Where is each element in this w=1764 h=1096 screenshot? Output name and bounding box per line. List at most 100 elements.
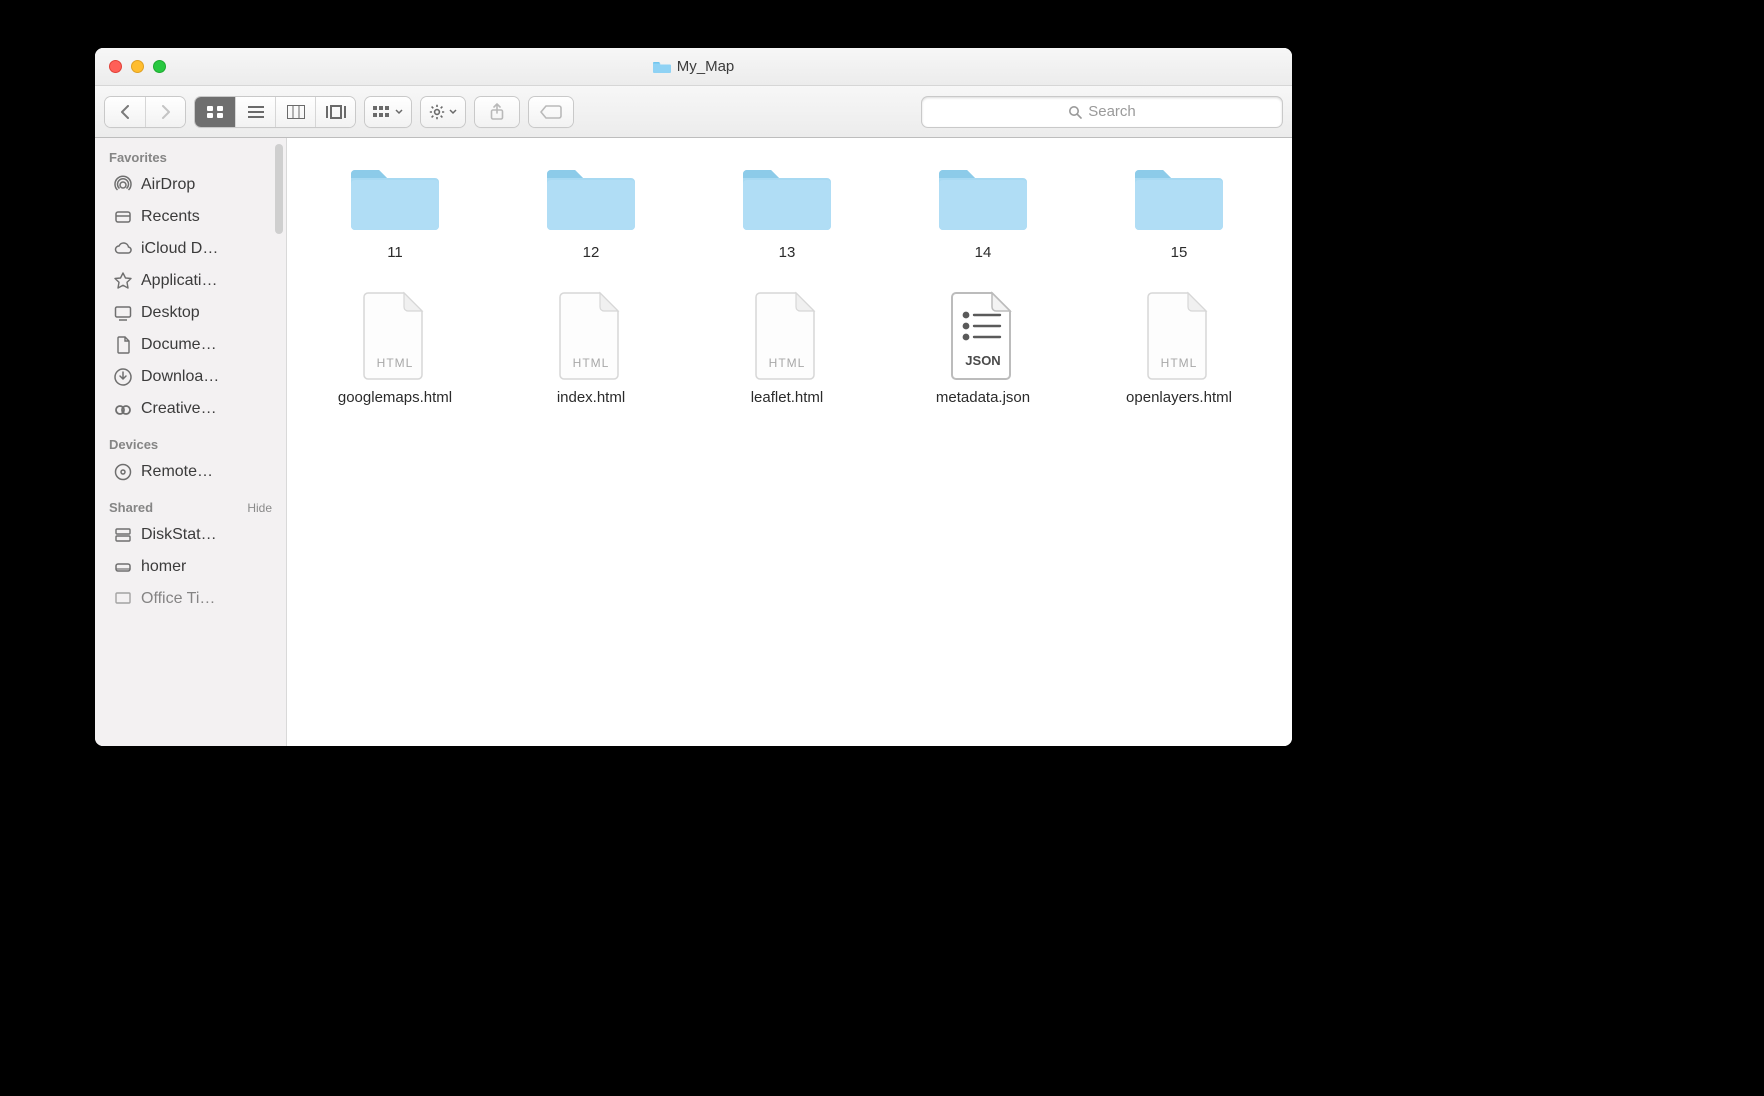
html-file-icon: HTML <box>752 291 822 381</box>
item-label: 11 <box>387 244 403 261</box>
item-label: 13 <box>779 244 796 261</box>
icon-grid: 11 12 13 14 15 HTML googlemaps.html HTML… <box>297 156 1277 406</box>
item-label: leaflet.html <box>751 389 824 406</box>
svg-text:HTML: HTML <box>769 356 806 370</box>
html-file-icon: HTML <box>556 291 626 381</box>
search-icon <box>1068 105 1082 119</box>
downloads-icon <box>113 367 133 387</box>
sidebar-item-label: iCloud D… <box>141 240 218 258</box>
svg-text:HTML: HTML <box>377 356 414 370</box>
creative-cloud-icon <box>113 399 133 419</box>
file-item[interactable]: HTML openlayers.html <box>1111 291 1247 406</box>
sidebar-item-label: Remote… <box>141 463 213 481</box>
tag-icon <box>540 104 562 120</box>
file-item[interactable]: JSON metadata.json <box>915 291 1051 406</box>
sidebar-item-label: AirDrop <box>141 176 195 194</box>
item-label: 15 <box>1171 244 1188 261</box>
group-by-button[interactable] <box>365 97 411 127</box>
sidebar-section-favorites: Favorites <box>95 138 286 169</box>
disc-icon <box>113 462 133 482</box>
sidebar-section-devices: Devices <box>95 425 286 456</box>
desktop-icon <box>113 303 133 323</box>
forward-button[interactable] <box>145 97 185 127</box>
sidebar-section-label: Shared <box>109 500 153 515</box>
file-item[interactable]: HTML index.html <box>523 291 659 406</box>
sidebar-item-label: Recents <box>141 208 200 226</box>
folder-icon <box>653 60 671 74</box>
sidebar-item-downloads[interactable]: Downloa… <box>95 361 286 393</box>
gallery-view-button[interactable] <box>315 97 355 127</box>
sidebar-item-label: Docume… <box>141 336 217 354</box>
window-body: Favorites AirDrop Recents iCloud D… <box>95 138 1292 746</box>
item-label: 12 <box>583 244 600 261</box>
sidebar-item-icloud-drive[interactable]: iCloud D… <box>95 233 286 265</box>
item-label: index.html <box>557 389 625 406</box>
folder-icon <box>345 156 445 236</box>
share-icon <box>490 103 504 121</box>
file-item[interactable]: HTML leaflet.html <box>719 291 855 406</box>
close-button[interactable] <box>109 60 122 73</box>
minimize-button[interactable] <box>131 60 144 73</box>
action-menu-button[interactable] <box>421 97 465 127</box>
folder-item[interactable]: 12 <box>523 156 659 261</box>
svg-text:JSON: JSON <box>965 353 1000 368</box>
titlebar: My_Map <box>95 48 1292 86</box>
sidebar-item-desktop[interactable]: Desktop <box>95 297 286 329</box>
file-item[interactable]: HTML googlemaps.html <box>327 291 463 406</box>
sidebar-item-creative[interactable]: Creative… <box>95 393 286 425</box>
sidebar-item-label: Applicati… <box>141 272 217 290</box>
sidebar-item-recents[interactable]: Recents <box>95 201 286 233</box>
toolbar: Search <box>95 86 1292 138</box>
column-view-button[interactable] <box>275 97 315 127</box>
folder-item[interactable]: 14 <box>915 156 1051 261</box>
view-mode-buttons <box>195 97 355 127</box>
json-file-icon: JSON <box>948 291 1018 381</box>
html-file-icon: HTML <box>360 291 430 381</box>
recents-icon <box>113 207 133 227</box>
folder-icon <box>737 156 837 236</box>
sidebar-item-remote-disc[interactable]: Remote… <box>95 456 286 488</box>
search-input[interactable]: Search <box>922 97 1282 127</box>
sidebar: Favorites AirDrop Recents iCloud D… <box>95 138 287 746</box>
folder-item[interactable]: 13 <box>719 156 855 261</box>
search-placeholder: Search <box>1088 103 1136 120</box>
sidebar-item-applications[interactable]: Applicati… <box>95 265 286 297</box>
html-file-icon: HTML <box>1144 291 1214 381</box>
sidebar-hide-button[interactable]: Hide <box>247 501 272 515</box>
sidebar-section-label: Devices <box>109 437 158 452</box>
content-area[interactable]: 11 12 13 14 15 HTML googlemaps.html HTML… <box>287 138 1292 746</box>
folder-icon <box>933 156 1033 236</box>
share-button[interactable] <box>475 97 519 127</box>
window-title-text: My_Map <box>677 58 735 75</box>
finder-window: My_Map <box>95 48 1292 746</box>
list-view-button[interactable] <box>235 97 275 127</box>
folder-item[interactable]: 15 <box>1111 156 1247 261</box>
zoom-button[interactable] <box>153 60 166 73</box>
sidebar-section-label: Favorites <box>109 150 167 165</box>
sidebar-scrollbar[interactable] <box>275 144 283 234</box>
chevron-down-icon <box>395 109 403 115</box>
sidebar-item-label: DiskStat… <box>141 526 217 544</box>
server-icon <box>113 525 133 545</box>
gear-icon <box>429 104 445 120</box>
folder-icon <box>541 156 641 236</box>
sidebar-item-office[interactable]: Office Ti… <box>95 583 286 615</box>
back-button[interactable] <box>105 97 145 127</box>
tags-button[interactable] <box>529 97 573 127</box>
folder-icon <box>1129 156 1229 236</box>
cloud-icon <box>113 239 133 259</box>
chevron-down-icon <box>449 109 457 115</box>
sidebar-item-label: Desktop <box>141 304 200 322</box>
svg-text:HTML: HTML <box>1161 356 1198 370</box>
sidebar-item-label: Office Ti… <box>141 590 215 608</box>
applications-icon <box>113 271 133 291</box>
sidebar-item-homer[interactable]: homer <box>95 551 286 583</box>
sidebar-item-diskstation[interactable]: DiskStat… <box>95 519 286 551</box>
sidebar-item-label: Creative… <box>141 400 217 418</box>
sidebar-item-documents[interactable]: Docume… <box>95 329 286 361</box>
folder-item[interactable]: 11 <box>327 156 463 261</box>
documents-icon <box>113 335 133 355</box>
item-label: openlayers.html <box>1126 389 1232 406</box>
sidebar-item-airdrop[interactable]: AirDrop <box>95 169 286 201</box>
icon-view-button[interactable] <box>195 97 235 127</box>
